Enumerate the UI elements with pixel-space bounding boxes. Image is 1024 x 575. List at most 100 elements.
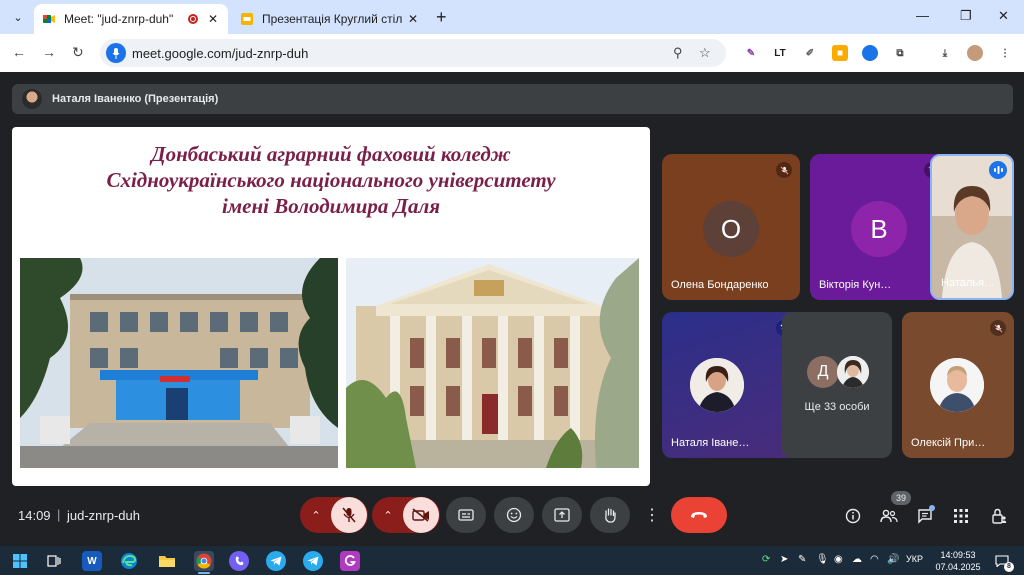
bookmark-star-icon[interactable]: ☆ [699, 45, 711, 61]
speaking-indicator-icon [989, 161, 1007, 179]
wifi-icon[interactable]: ◠ [870, 554, 879, 565]
tab-presentation[interactable]: Презентація Круглий стіл «Мо ✕ [232, 4, 428, 34]
meeting-info-separator: | [57, 507, 61, 522]
people-button[interactable] [878, 506, 900, 526]
apps-grid-icon [954, 509, 968, 523]
reload-icon[interactable]: ↻ [72, 44, 84, 61]
audio-options-chevron-icon[interactable]: ⌃ [301, 509, 331, 522]
mic-off-icon [342, 507, 356, 523]
word-icon[interactable]: W [82, 551, 102, 571]
microphone-tray-icon[interactable]: 🎙 [816, 554, 829, 565]
note-extension-icon[interactable]: ■ [832, 45, 848, 61]
windows-start-icon[interactable] [10, 551, 30, 571]
chat-button[interactable] [914, 505, 936, 526]
speaker-icon[interactable]: 🔊 [887, 554, 899, 565]
cloud-icon[interactable]: ☁ [852, 554, 862, 565]
notification-count: 8 [1004, 562, 1014, 572]
viber-icon[interactable] [229, 551, 249, 571]
file-explorer-icon[interactable] [157, 551, 177, 571]
brush-extension-icon[interactable]: ✐ [802, 45, 818, 61]
restore-icon[interactable]: ❐ [960, 8, 972, 24]
slide-title-line: імені Володимира Даля [221, 194, 441, 218]
blue-dot-extension-icon[interactable] [862, 45, 878, 61]
minimize-icon[interactable]: — [916, 8, 929, 23]
back-icon[interactable]: ← [12, 44, 26, 60]
reactions-button[interactable] [494, 497, 534, 533]
notifications-icon[interactable]: 8 [992, 551, 1014, 572]
captions-icon [458, 509, 474, 521]
tab-meet[interactable]: Meet: "jud-znrp-duh" ✕ [34, 4, 228, 34]
url-text: meet.google.com/jud-znrp-duh [132, 46, 309, 61]
telegram-tray-icon[interactable]: ➤ [780, 554, 788, 565]
camera-control: ⌃ [372, 497, 440, 533]
participant-avatar [837, 356, 869, 388]
leave-call-button[interactable] [671, 497, 727, 533]
present-screen-icon [554, 508, 570, 522]
presentation-slide: Донбаський аграрний фаховий коледж Східн… [12, 127, 650, 486]
task-view-icon[interactable] [44, 551, 64, 571]
participant-initial: О [703, 201, 759, 257]
app-icon[interactable] [340, 551, 360, 571]
extensions-puzzle-icon[interactable]: ⧉ [892, 45, 908, 61]
close-tab-icon[interactable]: ✕ [406, 12, 420, 26]
more-options-button[interactable]: ⋮ [642, 497, 662, 533]
participant-count-badge: 39 [891, 491, 911, 505]
close-tab-icon[interactable]: ✕ [206, 12, 220, 26]
participant-initial: В [851, 201, 907, 257]
browser-menu-icon[interactable]: ⋮ [997, 45, 1013, 61]
more-participants-tile[interactable]: Д Ще 33 особи [782, 312, 892, 458]
participant-tile[interactable]: Олексій При… [902, 312, 1014, 458]
tab-search-icon[interactable]: ⌄ [8, 7, 28, 27]
microphone-in-use-icon[interactable] [106, 43, 126, 63]
emoji-icon [506, 507, 522, 523]
system-clock[interactable]: 14:09:53 07.04.2025 [930, 549, 986, 573]
telegram-icon[interactable] [266, 551, 286, 571]
google-meet-icon [43, 15, 55, 23]
pen-extension-icon[interactable]: ✎ [743, 45, 759, 61]
chat-unread-dot [929, 505, 935, 511]
languagetool-extension-icon[interactable]: LT [772, 45, 788, 61]
microphone-control: ⌃ [300, 497, 368, 533]
mic-off-button[interactable] [331, 497, 367, 533]
participant-tile[interactable]: В Вікторія Кун… [810, 154, 948, 300]
slide-title: Донбаський аграрний фаховий коледж Східн… [12, 141, 650, 219]
info-icon [845, 508, 861, 524]
chrome-icon[interactable] [194, 551, 214, 571]
telegram-icon-2[interactable] [303, 551, 323, 571]
viber-tray-icon[interactable]: ◉ [834, 554, 843, 565]
present-now-button[interactable] [542, 497, 582, 533]
camera-off-button[interactable] [403, 497, 439, 533]
browser-toolbar: ← → ↻ meet.google.com/jud-znrp-duh ⚲ ☆ ✎… [0, 34, 1024, 72]
participant-tile[interactable]: Наталя Іване… [662, 312, 800, 458]
zoom-icon[interactable]: ⚲ [673, 45, 683, 61]
raise-hand-button[interactable] [590, 497, 630, 533]
pen-tray-icon[interactable]: ✎ [798, 554, 806, 565]
participant-name: Наталя Іване… [671, 437, 750, 449]
host-controls-button[interactable] [988, 506, 1010, 526]
presenter-bar: Наталя Іваненко (Презентація) [12, 84, 1013, 114]
windows-taskbar: W ⟳ ➤ ✎ 🎙 ◉ ☁ ◠ 🔊 УКР 14:09:53 07.04.202… [0, 546, 1024, 575]
presenter-avatar [22, 89, 42, 109]
activities-button[interactable] [950, 506, 972, 526]
hand-icon [605, 508, 616, 523]
download-icon[interactable]: ⤓ [937, 45, 953, 61]
captions-button[interactable] [446, 497, 486, 533]
sync-icon[interactable]: ⟳ [762, 554, 770, 565]
meeting-details-button[interactable] [842, 506, 864, 526]
new-tab-icon[interactable]: + [436, 7, 447, 28]
close-window-icon[interactable]: ✕ [998, 8, 1009, 24]
participant-tile-speaking[interactable]: Наталья… [930, 154, 1014, 300]
edge-icon[interactable] [119, 551, 139, 571]
tab-title: Презентація Круглий стіл «Мо [262, 12, 406, 26]
address-bar[interactable]: meet.google.com/jud-znrp-duh ⚲ ☆ [100, 39, 726, 67]
people-icon [880, 509, 898, 523]
more-participants-label: Ще 33 особи [804, 401, 870, 413]
forward-icon[interactable]: → [42, 44, 56, 60]
participant-tile[interactable]: О Олена Бондаренко [662, 154, 800, 300]
language-indicator[interactable]: УКР [906, 554, 923, 564]
participant-name: Вікторія Кун… [819, 279, 892, 291]
recording-icon [188, 14, 198, 24]
google-slides-icon [241, 13, 253, 25]
profile-avatar[interactable] [967, 45, 983, 61]
video-options-chevron-icon[interactable]: ⌃ [373, 509, 403, 522]
